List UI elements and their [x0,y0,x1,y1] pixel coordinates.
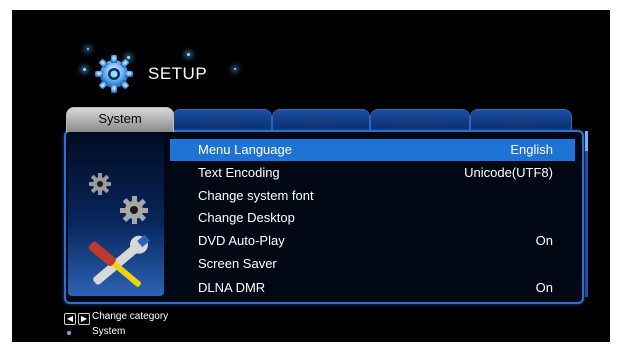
bullet-icon [67,331,71,335]
menu-item-change-system-font[interactable]: Change system font [170,185,575,207]
tab-misc[interactable]: Misc [470,109,572,132]
arrow-left-icon: ◀ [64,313,76,325]
scrollbar-thumb[interactable] [585,131,588,151]
menu-item-label: DVD Auto-Play [198,233,285,248]
footer-current-category: System [92,326,126,337]
menu-item-change-desktop[interactable]: Change Desktop [170,207,575,229]
tab-audio[interactable]: Audio [172,109,272,132]
tab-system[interactable]: System [66,107,174,132]
menu-item-value: On [535,280,553,295]
sparkle [87,48,89,50]
menu-item-label: Change system font [198,188,314,203]
menu-item-text-encoding[interactable]: Text Encoding Unicode(UTF8) [170,162,575,184]
page-title: SETUP [148,64,208,83]
tab-video[interactable]: Video [272,109,370,132]
sparkle [187,53,190,56]
sparkle [234,68,236,70]
menu-item-menu-language[interactable]: Menu Language English [170,139,575,161]
menu-item-value: Unicode(UTF8) [464,165,553,180]
menu-item-dvd-auto-play[interactable]: DVD Auto-Play On [170,230,575,252]
menu-item-dlna-dmr[interactable]: DLNA DMR On [170,277,575,299]
gear-icon [95,55,133,93]
tab-network[interactable]: Network [370,109,470,132]
category-artwork [68,134,164,296]
menu-item-label: DLNA DMR [198,280,266,295]
scrollbar[interactable] [585,131,588,297]
sparkle [83,68,86,71]
menu-item-value: On [535,233,553,248]
menu-item-label: Text Encoding [198,165,280,180]
menu-item-label: Screen Saver [198,256,277,271]
arrow-right-icon: ▶ [78,313,90,325]
menu-item-label: Change Desktop [198,210,295,225]
menu-item-screen-saver[interactable]: Screen Saver [170,253,575,275]
menu-item-label: Menu Language [198,142,292,157]
footer-hint: Change category [92,311,169,322]
menu-item-value: English [510,142,553,157]
tools-icon [88,173,150,287]
